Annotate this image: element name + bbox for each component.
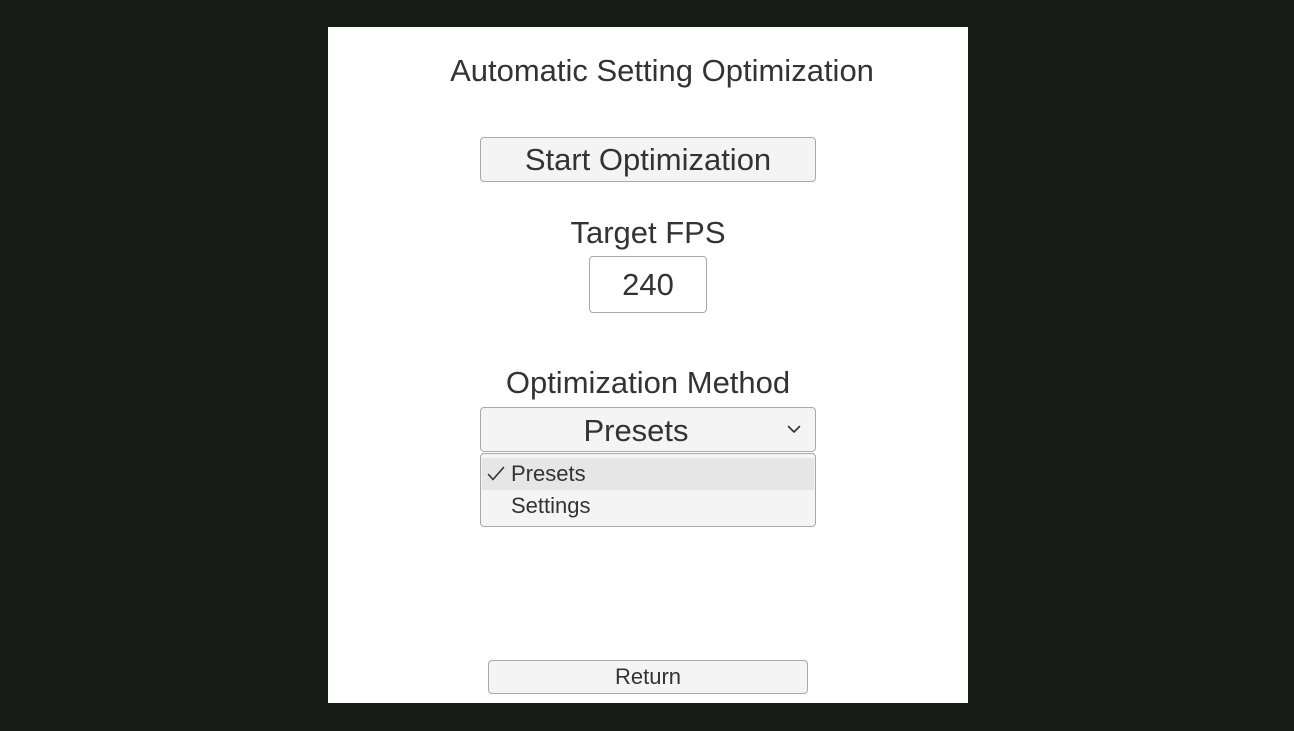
option-label: Settings [511,493,591,518]
check-icon [487,466,505,481]
page-title: Automatic Setting Optimization [450,53,874,88]
target-fps-label: Target FPS [570,215,726,250]
optimization-method-dropdown[interactable]: Presets [480,407,816,452]
target-fps-input[interactable]: 240 [589,256,707,313]
dropdown-option-settings[interactable]: Settings [482,490,814,522]
dropdown-menu: Presets Settings [480,453,816,527]
optimization-method-label: Optimization Method [505,365,791,400]
dropdown-option-presets[interactable]: Presets [482,458,814,490]
return-button[interactable]: Return [488,660,808,694]
option-label: Presets [511,461,586,486]
chevron-down-icon [787,425,801,433]
dropdown-selected-value: Presets [583,413,689,448]
start-optimization-button[interactable]: Start Optimization [480,137,816,182]
settings-panel: Automatic Setting Optimization Start Opt… [328,27,968,703]
